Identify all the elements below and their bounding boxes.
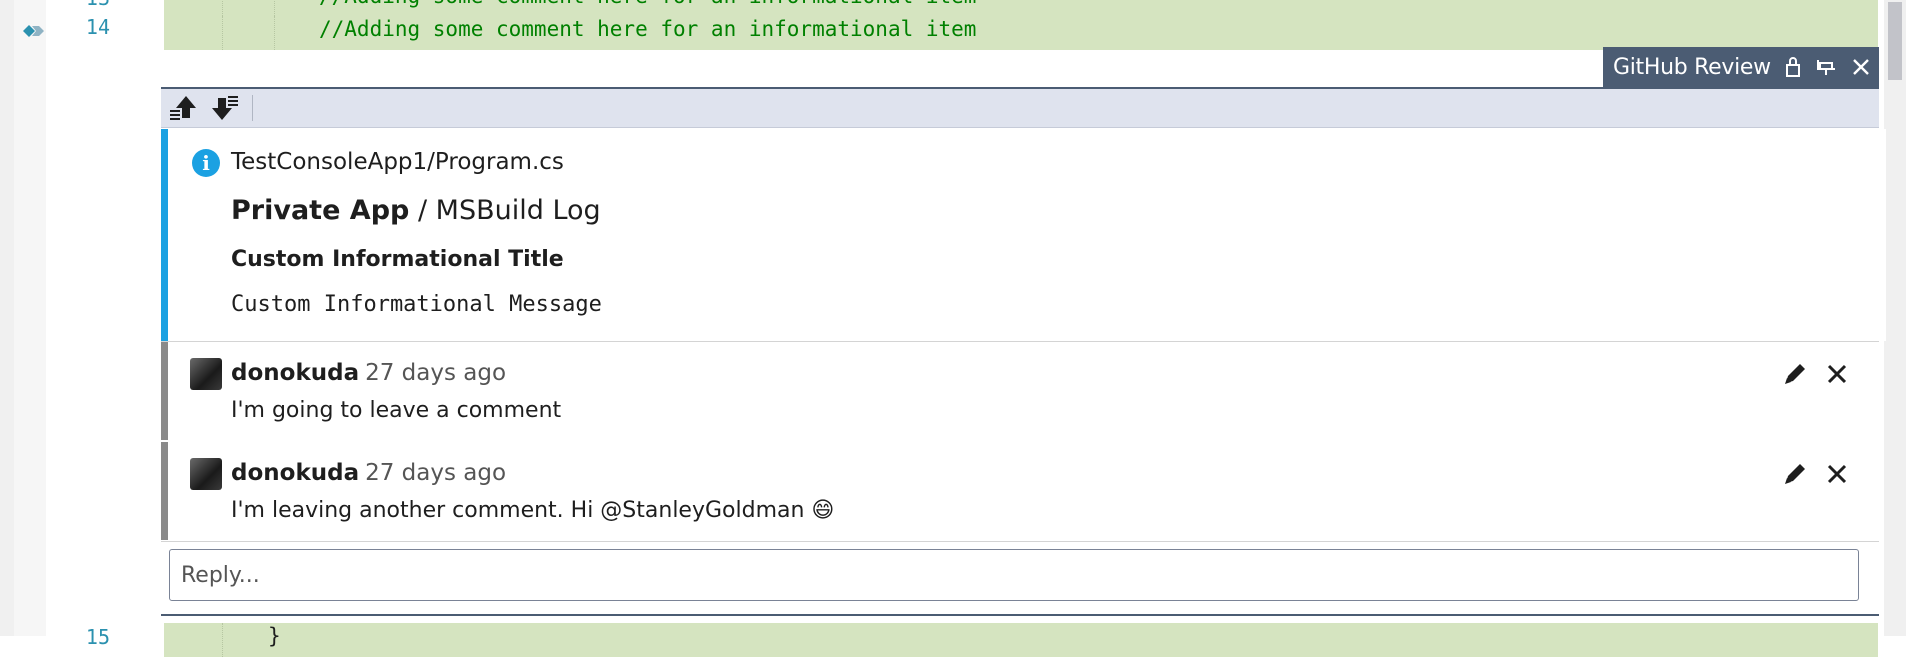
panel-bottom-border — [161, 614, 1879, 616]
tab-title: GitHub Review — [1613, 54, 1771, 80]
check-name: MSBuild Log — [435, 195, 601, 226]
scrollbar-thumb[interactable] — [1888, 2, 1902, 80]
comment-time: 27 days ago — [365, 360, 507, 386]
next-comment-icon — [212, 96, 238, 120]
check-run-heading: Private App / MSBuild Log — [231, 195, 601, 226]
pin-icon[interactable] — [1815, 57, 1837, 77]
info-icon: i — [192, 149, 220, 177]
avatar[interactable] — [190, 458, 222, 490]
next-comment-button[interactable] — [209, 94, 241, 122]
annotation-message: Custom Informational Message — [231, 292, 602, 317]
glyph-margin — [14, 0, 46, 636]
line-number: 13 — [40, 0, 110, 10]
editor-left-margin — [0, 0, 14, 636]
comment-time: 27 days ago — [365, 460, 507, 486]
comment-author[interactable]: donokuda — [231, 360, 359, 386]
comment-author[interactable]: donokuda — [231, 460, 359, 486]
comment-item: donokuda 27 days ago I'm leaving another … — [161, 442, 1886, 540]
code-line-highlight — [164, 623, 1878, 657]
review-panel: i TestConsoleApp1/Program.cs Private App… — [161, 87, 1886, 619]
toolbar-separator — [252, 95, 253, 121]
comment-body: I'm leaving another comment. Hi @Stanley… — [231, 498, 835, 523]
code-comment[interactable]: //Adding some comment here for an inform… — [319, 17, 976, 41]
comment-header: donokuda 27 days ago — [231, 360, 506, 386]
delete-comment-button[interactable] — [1823, 360, 1851, 388]
code-comment[interactable]: //Adding some comment here for an inform… — [319, 0, 976, 8]
separator: / — [417, 195, 428, 226]
comment-body: I'm going to leave a comment — [231, 398, 562, 423]
close-icon[interactable] — [1851, 57, 1871, 77]
previous-comment-button[interactable] — [167, 94, 199, 122]
pencil-icon — [1785, 364, 1805, 384]
delete-comment-button[interactable] — [1823, 460, 1851, 488]
file-path-link[interactable]: TestConsoleApp1/Program.cs — [231, 149, 564, 175]
previous-comment-icon — [170, 96, 196, 120]
avatar[interactable] — [190, 358, 222, 390]
divider — [161, 541, 1879, 542]
github-review-tab[interactable]: GitHub Review — [1603, 47, 1879, 87]
comment-item: donokuda 27 days ago I'm going to leave a… — [161, 342, 1886, 440]
edit-comment-button[interactable] — [1781, 460, 1809, 488]
line-number: 15 — [85, 625, 110, 649]
lock-icon[interactable] — [1785, 57, 1801, 77]
code-closing-brace[interactable]: } — [268, 624, 281, 648]
reply-input[interactable] — [169, 549, 1859, 601]
annotation-title: Custom Informational Title — [231, 247, 564, 272]
close-icon — [1827, 464, 1847, 484]
vertical-scrollbar[interactable] — [1884, 0, 1906, 636]
app-name: Private App — [231, 195, 410, 226]
annotation-info: i TestConsoleApp1/Program.cs Private App… — [161, 129, 1886, 341]
line-number: 14 — [85, 15, 110, 39]
edit-comment-button[interactable] — [1781, 360, 1809, 388]
review-toolbar — [161, 89, 1879, 128]
close-icon — [1827, 364, 1847, 384]
pencil-icon — [1785, 464, 1805, 484]
comment-header: donokuda 27 days ago — [231, 460, 506, 486]
